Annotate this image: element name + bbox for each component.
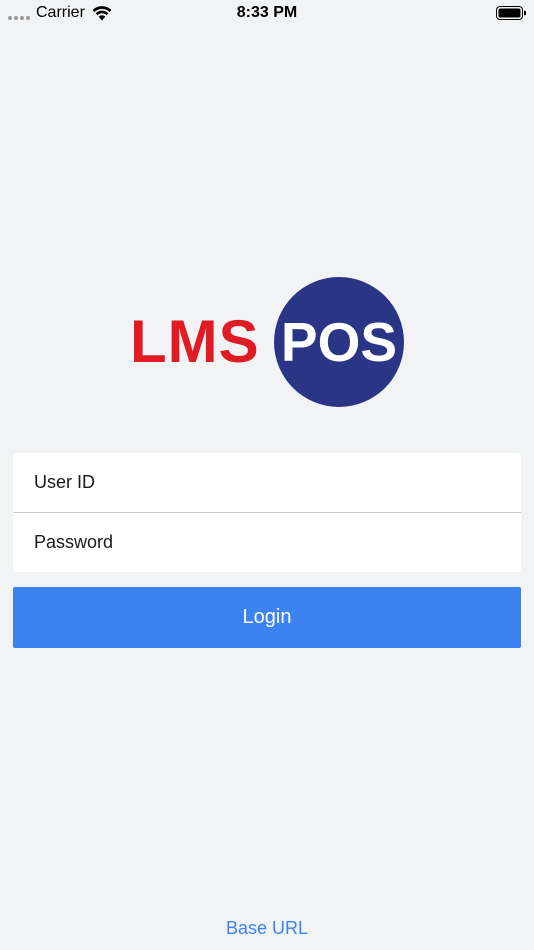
battery-icon	[496, 6, 526, 20]
login-button[interactable]: Login	[13, 587, 521, 648]
login-screen: Carrier 8:33 PM LMS POS Login Base URL	[0, 0, 534, 950]
app-logo: LMS POS	[130, 277, 404, 407]
status-bar: Carrier 8:33 PM	[0, 0, 534, 28]
logo-pos-text: POS	[280, 311, 398, 373]
login-form	[13, 453, 521, 572]
user-id-input[interactable]	[13, 453, 521, 512]
base-url-link[interactable]: Base URL	[0, 918, 534, 939]
status-time: 8:33 PM	[236, 4, 298, 21]
password-input[interactable]	[13, 513, 521, 572]
logo-lms-text: LMS	[130, 308, 260, 375]
